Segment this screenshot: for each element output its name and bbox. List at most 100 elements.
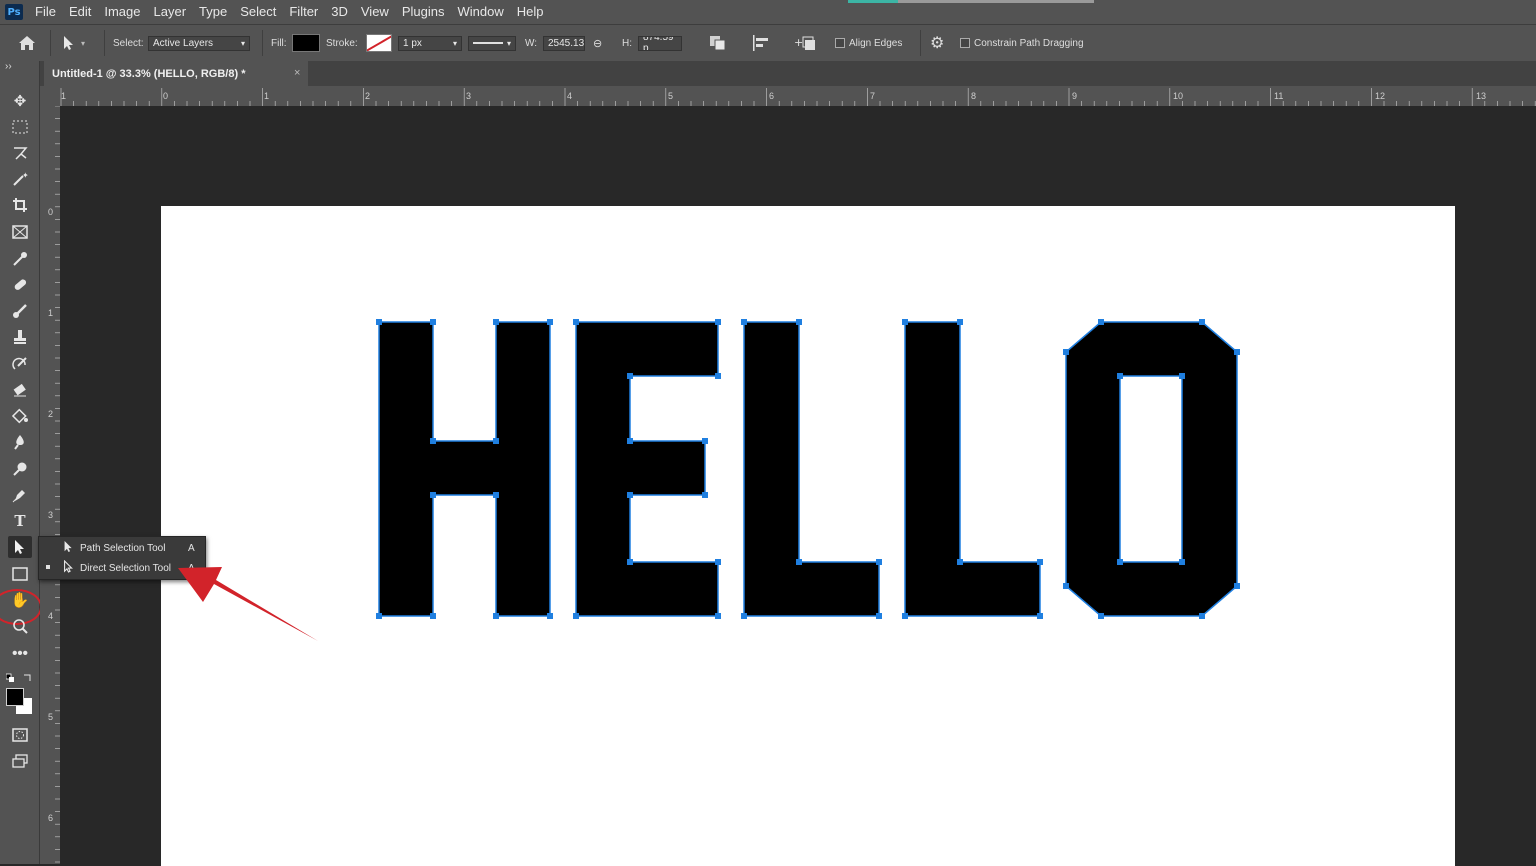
paint-bucket-icon[interactable] bbox=[8, 405, 32, 427]
anchor-point[interactable] bbox=[741, 613, 747, 619]
brush-icon[interactable] bbox=[8, 300, 32, 322]
lasso-tool-icon[interactable] bbox=[8, 142, 32, 164]
anchor-point[interactable] bbox=[430, 319, 436, 325]
letter-l-path[interactable] bbox=[743, 321, 880, 617]
menu-file[interactable]: File bbox=[29, 0, 63, 24]
zoom-tool-icon[interactable] bbox=[8, 615, 32, 637]
collapse-panel-icon[interactable]: ›› bbox=[5, 61, 12, 72]
blur-tool-icon[interactable] bbox=[8, 431, 32, 453]
menu-image[interactable]: Image bbox=[98, 0, 147, 24]
menu-window[interactable]: Window bbox=[451, 0, 510, 24]
path-operations-icon[interactable] bbox=[709, 25, 727, 61]
anchor-point[interactable] bbox=[1098, 613, 1104, 619]
anchor-point[interactable] bbox=[702, 438, 708, 444]
anchor-point[interactable] bbox=[1037, 613, 1043, 619]
anchor-point[interactable] bbox=[1199, 613, 1205, 619]
anchor-point[interactable] bbox=[376, 613, 382, 619]
tool-preset-picker[interactable]: ▾ bbox=[62, 25, 98, 61]
gear-icon[interactable]: ⚙ bbox=[930, 25, 944, 61]
default-colors-icon[interactable] bbox=[5, 671, 34, 683]
anchor-point[interactable] bbox=[1199, 319, 1205, 325]
anchor-point[interactable] bbox=[796, 559, 802, 565]
type-tool-icon[interactable]: T bbox=[8, 510, 32, 532]
path-arrangement-icon[interactable]: + bbox=[794, 25, 816, 61]
menu-filter[interactable]: Filter bbox=[283, 0, 325, 24]
anchor-point[interactable] bbox=[1179, 373, 1185, 379]
path-alignment-icon[interactable] bbox=[752, 25, 770, 61]
width-field[interactable]: 2545.13 bbox=[543, 35, 585, 51]
anchor-point[interactable] bbox=[1179, 559, 1185, 565]
letter-l-path[interactable] bbox=[904, 321, 1041, 617]
screen-mode-icon[interactable] bbox=[8, 750, 32, 772]
constrain-path-checkbox[interactable]: Constrain Path Dragging bbox=[960, 25, 1084, 61]
anchor-point[interactable] bbox=[493, 438, 499, 444]
anchor-point[interactable] bbox=[715, 613, 721, 619]
anchor-point[interactable] bbox=[493, 492, 499, 498]
frame-tool-icon[interactable] bbox=[8, 221, 32, 243]
anchor-point[interactable] bbox=[627, 373, 633, 379]
path-selection-icon[interactable] bbox=[8, 536, 32, 558]
stroke-swatch[interactable] bbox=[366, 25, 392, 61]
align-edges-checkbox[interactable]: Align Edges bbox=[835, 25, 902, 61]
flyout-path-selection[interactable]: Path Selection Tool A bbox=[39, 538, 205, 558]
anchor-point[interactable] bbox=[430, 438, 436, 444]
ruler-horizontal[interactable]: 1 0 1 2 3 4 5 6 7 8 9 10 11 12 13 bbox=[40, 86, 1536, 107]
anchor-point[interactable] bbox=[902, 613, 908, 619]
anchor-point[interactable] bbox=[957, 319, 963, 325]
menu-3d[interactable]: 3D bbox=[325, 0, 355, 24]
anchor-point[interactable] bbox=[627, 438, 633, 444]
hand-tool-icon[interactable]: ✋ bbox=[8, 589, 32, 611]
stroke-type-dropdown[interactable]: ▾ bbox=[468, 35, 516, 51]
link-icon[interactable]: ⊖ bbox=[593, 25, 602, 61]
history-brush-icon[interactable] bbox=[8, 353, 32, 375]
eraser-icon[interactable] bbox=[8, 379, 32, 401]
anchor-point[interactable] bbox=[493, 613, 499, 619]
marquee-tool-icon[interactable] bbox=[8, 116, 32, 138]
anchor-point[interactable] bbox=[1063, 583, 1069, 589]
anchor-point[interactable] bbox=[627, 559, 633, 565]
close-icon[interactable]: × bbox=[294, 67, 300, 79]
select-dropdown[interactable]: Active Layers ▾ bbox=[148, 35, 250, 51]
letter-e-path[interactable] bbox=[575, 321, 719, 617]
anchor-point[interactable] bbox=[715, 559, 721, 565]
height-field[interactable]: 874.59 p bbox=[638, 35, 682, 51]
menu-select[interactable]: Select bbox=[234, 0, 283, 24]
canvas-area[interactable]: HELLO bbox=[60, 106, 1536, 866]
clone-stamp-icon[interactable] bbox=[8, 326, 32, 348]
ruler-vertical[interactable]: 0 1 2 3 4 5 6 bbox=[40, 106, 60, 864]
anchor-point[interactable] bbox=[547, 613, 553, 619]
magic-wand-icon[interactable]: ✦ bbox=[8, 168, 32, 190]
anchor-point[interactable] bbox=[876, 613, 882, 619]
anchor-point[interactable] bbox=[1098, 319, 1104, 325]
healing-brush-icon[interactable] bbox=[8, 274, 32, 296]
dodge-tool-icon[interactable] bbox=[8, 458, 32, 480]
anchor-point[interactable] bbox=[902, 319, 908, 325]
menu-layer[interactable]: Layer bbox=[148, 0, 194, 24]
anchor-point[interactable] bbox=[430, 613, 436, 619]
anchor-point[interactable] bbox=[796, 319, 802, 325]
menu-type[interactable]: Type bbox=[193, 0, 234, 24]
menu-edit[interactable]: Edit bbox=[63, 0, 98, 24]
anchor-point[interactable] bbox=[715, 373, 721, 379]
anchor-point[interactable] bbox=[702, 492, 708, 498]
anchor-point[interactable] bbox=[573, 319, 579, 325]
flyout-direct-selection[interactable]: Direct Selection Tool A bbox=[39, 558, 205, 578]
anchor-point[interactable] bbox=[1117, 559, 1123, 565]
document-canvas[interactable]: HELLO bbox=[161, 206, 1455, 866]
quick-mask-icon[interactable] bbox=[8, 724, 32, 746]
anchor-point[interactable] bbox=[1117, 373, 1123, 379]
anchor-point[interactable] bbox=[876, 559, 882, 565]
move-tool-icon[interactable]: ✥ bbox=[8, 90, 32, 112]
document-tab[interactable]: Untitled-1 @ 33.3% (HELLO, RGB/8) * × bbox=[44, 61, 308, 86]
anchor-point[interactable] bbox=[1037, 559, 1043, 565]
menu-help[interactable]: Help bbox=[511, 0, 551, 24]
anchor-point[interactable] bbox=[573, 613, 579, 619]
anchor-point[interactable] bbox=[1234, 349, 1240, 355]
anchor-point[interactable] bbox=[376, 319, 382, 325]
foreground-color-swatch[interactable] bbox=[6, 688, 24, 706]
anchor-point[interactable] bbox=[741, 319, 747, 325]
pen-tool-icon[interactable] bbox=[8, 484, 32, 506]
stroke-width-dropdown[interactable]: 1 px ▾ bbox=[398, 35, 462, 51]
letter-h-path[interactable] bbox=[378, 321, 551, 617]
eyedropper-icon[interactable] bbox=[8, 248, 32, 270]
